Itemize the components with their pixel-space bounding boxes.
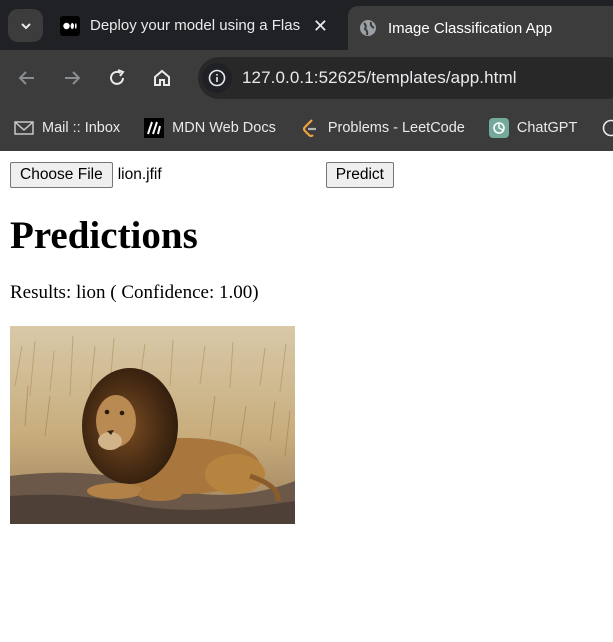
file-name-text: lion.jfif	[117, 166, 162, 183]
bookmark-label: Problems - LeetCode	[327, 120, 465, 136]
address-bar[interactable]: 127.0.0.1:52625/templates/app.html	[198, 57, 613, 99]
bookmark-overflow[interactable]	[601, 118, 613, 138]
bookmark-label: Mail :: Inbox	[42, 120, 121, 136]
tab-title: Deploy your model using a Flask	[90, 17, 300, 34]
tab-search-button[interactable]	[8, 9, 43, 42]
predict-button[interactable]: Predict	[325, 162, 394, 188]
forward-icon[interactable]	[59, 65, 85, 91]
globe-icon	[358, 18, 378, 38]
bookmark-leetcode[interactable]: Problems - LeetCode	[300, 118, 465, 138]
close-icon[interactable]: ✕	[313, 16, 328, 37]
mail-icon	[14, 118, 34, 138]
site-info-icon[interactable]	[202, 63, 232, 93]
tab-image-classification[interactable]: Image Classification App	[348, 6, 613, 50]
url-text: 127.0.0.1:52625/templates/app.html	[242, 68, 517, 87]
lion-image	[10, 326, 295, 524]
home-icon[interactable]	[149, 65, 175, 91]
tab-strip: Deploy your model using a Flask ✕ Image …	[0, 0, 613, 50]
tab-title: Image Classification App	[388, 19, 553, 37]
page-content: Choose File lion.jfif Predict Prediction…	[0, 151, 613, 524]
bookmark-label: ChatGPT	[516, 120, 578, 136]
tab-deploy-model[interactable]: Deploy your model using a Flask ✕	[50, 8, 340, 43]
bookmark-mdn[interactable]: MDN Web Docs	[144, 118, 276, 138]
upload-form: Choose File lion.jfif Predict	[10, 161, 613, 189]
bookmarks-bar: Mail :: Inbox MDN Web Docs Problems - Le…	[0, 105, 613, 151]
chevron-down-icon	[20, 22, 31, 29]
bookmark-mail[interactable]: Mail :: Inbox	[14, 118, 120, 138]
leetcode-icon	[300, 118, 320, 138]
navigation-bar: 127.0.0.1:52625/templates/app.html	[0, 50, 613, 105]
choose-file-button[interactable]: Choose File	[10, 162, 113, 188]
results-text: Results: lion ( Confidence: 1.00)	[10, 282, 259, 303]
reload-icon[interactable]	[104, 65, 130, 91]
globe-icon	[601, 118, 613, 138]
chatgpt-icon	[488, 118, 509, 138]
back-icon[interactable]	[14, 65, 40, 91]
medium-icon	[60, 15, 80, 36]
mdn-icon	[144, 118, 165, 138]
bookmark-chatgpt[interactable]: ChatGPT	[488, 118, 578, 138]
bookmark-label: MDN Web Docs	[172, 120, 276, 136]
page-title: Predictions	[10, 214, 198, 257]
